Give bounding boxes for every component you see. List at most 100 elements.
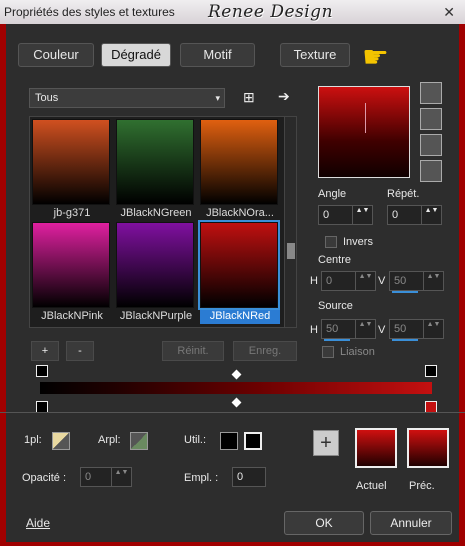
spin-arrows-icon[interactable]: ▲▼ xyxy=(421,206,441,224)
save-button[interactable]: Enreg. xyxy=(233,341,297,361)
opacity-value: 0 xyxy=(85,471,92,483)
previous-label: Préc. xyxy=(409,480,435,492)
gradient-swatch[interactable]: jb-g371 xyxy=(32,119,112,221)
spin-arrows-icon[interactable]: ▲▼ xyxy=(355,320,375,338)
center-v-label: V xyxy=(378,275,386,287)
util-label: Util.: xyxy=(184,434,206,446)
reset-button[interactable]: Réinit. xyxy=(162,341,224,361)
pointing-hand-icon: ☛ xyxy=(362,41,389,74)
swatch-preview xyxy=(32,222,110,308)
source-h-level xyxy=(324,339,350,341)
center-v-value: 50 xyxy=(394,275,407,287)
gradient-swatch[interactable]: JBlackNGreen xyxy=(116,119,196,221)
linear-style-icon[interactable] xyxy=(420,82,442,104)
close-icon[interactable]: ✕ xyxy=(443,4,455,21)
empl-input[interactable]: 0 xyxy=(232,467,266,487)
util-swatch-outlined[interactable] xyxy=(244,432,262,450)
source-h-value: 50 xyxy=(326,323,339,335)
ipl-swatch[interactable] xyxy=(52,432,70,450)
swatch-label: JBlackNRed xyxy=(200,308,280,324)
spin-arrows-icon[interactable]: ▲▼ xyxy=(111,468,131,486)
tab-couleur[interactable]: Couleur xyxy=(18,43,94,67)
spin-arrows-icon[interactable]: ▲▼ xyxy=(352,206,372,224)
opacity-input[interactable]: 0 ▲▼ xyxy=(80,467,132,487)
arpl-label: Arpl: xyxy=(98,434,121,446)
spin-arrows-icon[interactable]: ▲▼ xyxy=(423,320,443,338)
gradient-preview[interactable] xyxy=(318,86,410,178)
swatch-label: JBlackNPurple xyxy=(119,310,193,322)
help-link[interactable]: Aide xyxy=(26,516,50,530)
spin-arrows-icon[interactable]: ▲▼ xyxy=(423,272,443,290)
add-button[interactable]: + xyxy=(31,341,59,361)
gradient-swatch[interactable]: JBlackNPurple xyxy=(116,222,196,324)
source-v-level xyxy=(392,339,418,341)
util-swatch-black[interactable] xyxy=(220,432,238,450)
repeat-value: 0 xyxy=(392,209,399,221)
source-h-input[interactable]: 50 ▲▼ xyxy=(321,319,376,341)
category-select[interactable]: Tous ▾ xyxy=(29,88,225,108)
link-checkbox[interactable] xyxy=(322,346,334,358)
swatch-preview xyxy=(198,220,280,310)
brand-watermark: Renee Design xyxy=(208,2,334,22)
swatch-preview xyxy=(200,119,278,205)
center-h-value: 0 xyxy=(326,275,333,287)
swatch-label: jb-g371 xyxy=(53,207,91,219)
angle-label: Angle xyxy=(318,188,347,200)
window-title: Propriétés des styles et textures xyxy=(4,5,175,19)
remove-button[interactable]: - xyxy=(66,341,94,361)
empl-value: 0 xyxy=(237,471,244,483)
gradient-swatch[interactable]: JBlackNOra... xyxy=(200,119,280,221)
swatch-label: JBlackNOra... xyxy=(206,207,274,219)
link-label: Liaison xyxy=(340,346,375,358)
gradient-swatch[interactable]: JBlackNRed xyxy=(198,220,280,324)
next-arrow-icon[interactable]: ➔ xyxy=(278,88,290,105)
source-label: Source xyxy=(318,300,353,312)
gradient-swatch[interactable]: JBlackNPink xyxy=(32,222,112,324)
repeat-label: Répét. xyxy=(387,188,420,200)
center-label: Centre xyxy=(318,254,352,266)
color-stop-top-right[interactable] xyxy=(425,365,437,377)
radial-style-icon[interactable] xyxy=(420,160,442,182)
swatch-preview xyxy=(32,119,110,205)
source-v-input[interactable]: 50 ▲▼ xyxy=(389,319,444,341)
source-v-value: 50 xyxy=(394,323,407,335)
center-v-input[interactable]: 50 ▲▼ xyxy=(389,271,444,293)
angle-input[interactable]: 0 ▲▼ xyxy=(318,205,373,225)
angle-value: 0 xyxy=(323,209,330,221)
spin-arrows-icon[interactable]: ▲▼ xyxy=(355,272,375,290)
current-label: Actuel xyxy=(356,480,387,492)
browse-icon[interactable]: ⊞ xyxy=(243,89,255,106)
sunburst-style-icon[interactable] xyxy=(420,134,442,156)
style-buttons xyxy=(420,82,444,186)
rectangular-style-icon[interactable] xyxy=(420,108,442,130)
opacity-label: Opacité : xyxy=(22,472,67,484)
center-h-label: H xyxy=(310,275,318,287)
swatch-label: JBlackNGreen xyxy=(120,207,192,219)
grid-scrollbar[interactable] xyxy=(284,117,296,327)
repeat-input[interactable]: 0 ▲▼ xyxy=(387,205,442,225)
title-bar: Propriétés des styles et textures Renee … xyxy=(0,0,465,24)
chevron-down-icon: ▾ xyxy=(215,93,220,103)
center-h-input[interactable]: 0 ▲▼ xyxy=(321,271,376,291)
empl-label: Empl. : xyxy=(184,472,219,484)
add-swatch-icon[interactable]: + xyxy=(313,430,339,456)
cancel-button[interactable]: Annuler xyxy=(370,511,452,535)
angle-needle[interactable] xyxy=(365,103,366,133)
tab-degrade[interactable]: Dégradé xyxy=(101,43,171,67)
tab-texture[interactable]: Texture xyxy=(280,43,350,67)
arpl-swatch[interactable] xyxy=(130,432,148,450)
source-h-label: H xyxy=(310,324,318,336)
scrollbar-thumb[interactable] xyxy=(287,243,295,259)
color-stop-top-left[interactable] xyxy=(36,365,48,377)
swatch-preview xyxy=(116,119,194,205)
center-v-level xyxy=(392,291,418,293)
invert-label: Invers xyxy=(343,236,373,248)
swatch-preview xyxy=(116,222,194,308)
current-color-box[interactable] xyxy=(355,428,397,468)
invert-checkbox[interactable] xyxy=(325,236,337,248)
gradient-bar[interactable] xyxy=(40,382,432,394)
previous-color-box[interactable] xyxy=(407,428,449,468)
ok-button[interactable]: OK xyxy=(284,511,364,535)
tab-motif[interactable]: Motif xyxy=(180,43,255,67)
source-v-label: V xyxy=(378,324,386,336)
